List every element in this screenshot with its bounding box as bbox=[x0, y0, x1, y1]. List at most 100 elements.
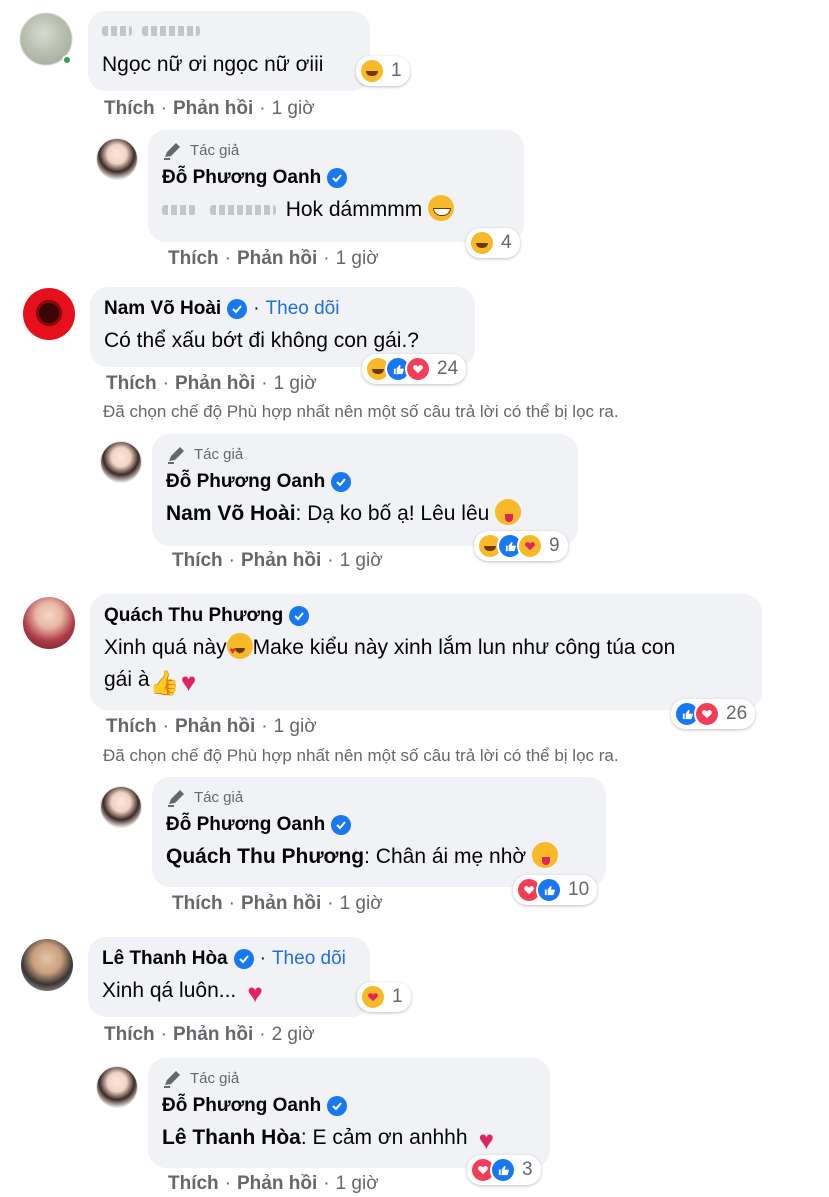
reply-time[interactable]: 1 giờ bbox=[336, 1173, 379, 1195]
verified-badge-icon bbox=[327, 168, 348, 188]
comment-time[interactable]: 2 giờ bbox=[272, 1024, 315, 1046]
haha-reaction-icon bbox=[359, 58, 385, 84]
filter-notice: Đã chọn chế độ Phù hợp nhất nên một số c… bbox=[103, 746, 619, 765]
reply-time[interactable]: 1 giờ bbox=[340, 550, 383, 572]
reply-bubble: Tác giả Đỗ Phương Oanh Nam Võ Hoài: Dạ k… bbox=[152, 434, 578, 546]
commenter-name[interactable]: Nam Võ Hoài bbox=[104, 298, 221, 320]
reaction-summary[interactable]: 26 bbox=[671, 699, 756, 729]
comment-bubble: Quách Thu Phương Xinh quá nàyMake kiểu n… bbox=[90, 594, 762, 710]
comment-bubble: Lê Thanh Hòa · Theo dõi Xinh qá luôn... … bbox=[88, 937, 370, 1017]
heart-icon: ♥ bbox=[478, 1125, 495, 1155]
reply-actions: Thích · Phản hồi · 1 giờ bbox=[172, 893, 383, 915]
tongue-icon bbox=[495, 499, 522, 525]
verified-badge-icon bbox=[233, 949, 254, 969]
reaction-summary[interactable]: 9 bbox=[474, 531, 568, 561]
author-badge: Tác giả bbox=[162, 140, 510, 160]
comment-actions: Thích · Phản hồi · 1 giờ bbox=[106, 716, 317, 738]
comment-time[interactable]: 1 giờ bbox=[274, 373, 317, 395]
pen-icon bbox=[164, 1071, 180, 1088]
grinning-squint-icon bbox=[428, 195, 455, 221]
online-status-dot bbox=[62, 55, 72, 65]
haha-reaction-icon bbox=[469, 230, 495, 256]
reply-author-name[interactable]: Đỗ Phương Oanh bbox=[162, 167, 321, 189]
verified-badge-icon bbox=[331, 815, 352, 835]
like-button[interactable]: Thích bbox=[104, 1024, 155, 1046]
heart-icon: ♥ bbox=[247, 978, 263, 1008]
like-button[interactable]: Thích bbox=[104, 98, 155, 120]
comment-text: Ngọc nữ ơi ngọc nữ ơiii bbox=[102, 53, 324, 76]
reply-text: : Dạ ko bố ạ! Lêu lêu bbox=[295, 502, 490, 525]
mention-link[interactable]: Nam Võ Hoài bbox=[166, 502, 296, 525]
reply-time[interactable]: 1 giờ bbox=[336, 248, 379, 270]
follow-link[interactable]: Theo dõi bbox=[272, 948, 346, 970]
commenter-name[interactable]: Lê Thanh Hòa bbox=[102, 948, 228, 970]
reply-button[interactable]: Phản hồi bbox=[237, 248, 317, 270]
reply-actions: Thích · Phản hồi · 1 giờ bbox=[172, 550, 383, 572]
reply-button[interactable]: Phản hồi bbox=[175, 373, 255, 395]
comment-time[interactable]: 1 giờ bbox=[272, 98, 315, 120]
author-avatar[interactable] bbox=[96, 1066, 138, 1108]
comment-text: Xinh qá luôn... ♥ bbox=[102, 975, 356, 1007]
reply-button[interactable]: Phản hồi bbox=[241, 893, 321, 915]
author-avatar[interactable] bbox=[100, 441, 142, 483]
reaction-summary[interactable]: 1 bbox=[357, 982, 411, 1012]
reaction-count: 26 bbox=[726, 703, 748, 724]
reply-time[interactable]: 1 giờ bbox=[340, 893, 383, 915]
like-button[interactable]: Thích bbox=[168, 248, 219, 270]
reply-button[interactable]: Phản hồi bbox=[175, 716, 255, 738]
blurred-mention bbox=[209, 205, 276, 216]
commenter-avatar[interactable] bbox=[23, 597, 75, 649]
reply-text-row: Nam Võ Hoài: Dạ ko bố ạ! Lêu lêu bbox=[166, 498, 564, 530]
reaction-summary[interactable]: 3 bbox=[467, 1155, 541, 1185]
reply-text: : E cảm ơn anhhh bbox=[300, 1126, 468, 1149]
blurred-author-name bbox=[142, 26, 200, 36]
tongue-icon bbox=[532, 842, 559, 868]
comment-bubble: Ngọc nữ ơi ngọc nữ ơiii bbox=[88, 11, 370, 91]
comment-time[interactable]: 1 giờ bbox=[274, 716, 317, 738]
blurred-author-name bbox=[102, 26, 132, 36]
reply-button[interactable]: Phản hồi bbox=[173, 98, 253, 120]
reply-bubble: Tác giả Đỗ Phương Oanh Hok dámmmm bbox=[148, 130, 524, 242]
author-avatar[interactable] bbox=[96, 138, 138, 180]
reaction-summary[interactable]: 24 bbox=[362, 354, 467, 384]
commenter-name[interactable]: Quách Thu Phương bbox=[104, 605, 283, 627]
care-reaction-icon bbox=[517, 533, 543, 559]
reply-button[interactable]: Phản hồi bbox=[241, 550, 321, 572]
like-button[interactable]: Thích bbox=[106, 716, 157, 738]
verified-badge-icon bbox=[327, 1096, 348, 1116]
comment-actions: Thích · Phản hồi · 2 giờ bbox=[104, 1024, 315, 1046]
like-button[interactable]: Thích bbox=[172, 893, 223, 915]
reaction-count: 4 bbox=[501, 232, 512, 253]
pen-icon bbox=[168, 447, 184, 464]
reaction-summary[interactable]: 1 bbox=[356, 56, 410, 86]
like-button[interactable]: Thích bbox=[106, 373, 157, 395]
mention-link[interactable]: Lê Thanh Hòa bbox=[162, 1126, 301, 1149]
reply-actions: Thích · Phản hồi · 1 giờ bbox=[168, 248, 379, 270]
comment-text: Xinh quá nàyMake kiểu này xinh lắm lun n… bbox=[104, 632, 748, 697]
reply-text: : Chân ái mẹ nhờ bbox=[364, 845, 527, 868]
commenter-avatar[interactable] bbox=[23, 288, 75, 340]
reply-text-row: Lê Thanh Hòa: E cảm ơn anhhh ♥ bbox=[162, 1122, 536, 1154]
reply-author-name[interactable]: Đỗ Phương Oanh bbox=[166, 814, 325, 836]
heart-eyes-icon bbox=[226, 633, 253, 668]
follow-link[interactable]: Theo dõi bbox=[266, 298, 340, 320]
reply-button[interactable]: Phản hồi bbox=[173, 1024, 253, 1046]
mention-link[interactable]: Quách Thu Phương bbox=[166, 845, 364, 868]
reply-button[interactable]: Phản hồi bbox=[237, 1173, 317, 1195]
reaction-summary[interactable]: 4 bbox=[466, 228, 520, 258]
like-reaction-icon bbox=[536, 877, 562, 903]
like-button[interactable]: Thích bbox=[168, 1173, 219, 1195]
heart-icon: ♥ bbox=[180, 667, 197, 697]
comment-actions: Thích · Phản hồi · 1 giờ bbox=[106, 373, 317, 395]
reply-author-name[interactable]: Đỗ Phương Oanh bbox=[162, 1095, 321, 1117]
reply-author-name[interactable]: Đỗ Phương Oanh bbox=[166, 471, 325, 493]
author-avatar[interactable] bbox=[100, 786, 142, 828]
verified-badge-icon bbox=[227, 299, 248, 319]
reply-bubble: Tác giả Đỗ Phương Oanh Quách Thu Phương:… bbox=[152, 777, 606, 887]
care-reaction-icon bbox=[360, 984, 386, 1010]
commenter-avatar[interactable] bbox=[21, 939, 73, 991]
reaction-summary[interactable]: 10 bbox=[513, 875, 598, 905]
blurred-mention bbox=[162, 205, 196, 216]
like-button[interactable]: Thích bbox=[172, 550, 223, 572]
reaction-count: 3 bbox=[522, 1159, 533, 1180]
